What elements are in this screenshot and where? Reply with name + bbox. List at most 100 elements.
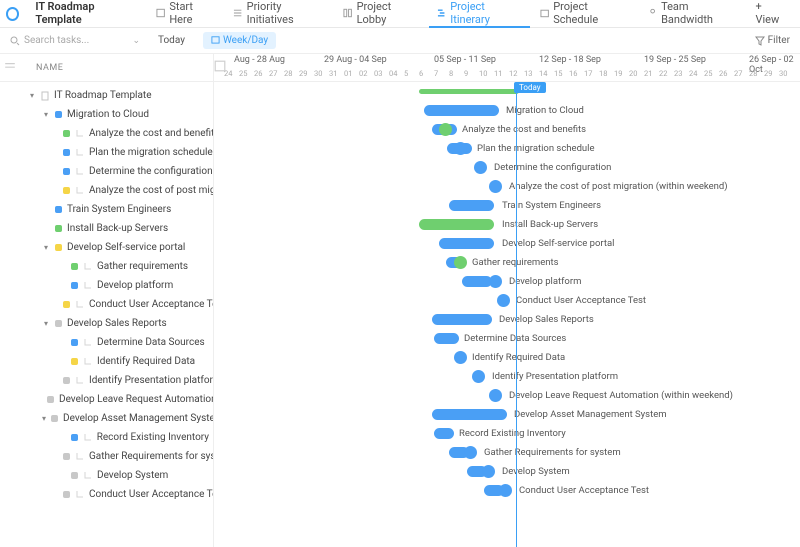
tree-node[interactable]: Determine Data Sources [0, 333, 213, 352]
milestone-dot[interactable] [474, 161, 487, 174]
tree-node[interactable]: Conduct User Acceptance Test [0, 485, 213, 504]
milestone-dot[interactable] [482, 465, 495, 478]
gantt-row[interactable]: Migration to Cloud [214, 101, 800, 120]
tree-node[interactable]: Record Existing Inventory [0, 428, 213, 447]
gantt-row[interactable]: Develop Leave Request Automation (within… [214, 386, 800, 405]
tree-node[interactable]: Develop Leave Request Automation [0, 390, 213, 409]
subtask-icon [83, 262, 93, 272]
twisty-icon[interactable]: ▾ [42, 319, 50, 328]
gantt-row[interactable]: Train System Engineers [214, 196, 800, 215]
gantt-bar[interactable] [419, 219, 494, 230]
milestone-dot[interactable] [489, 275, 502, 288]
node-label: Determine the configuration [89, 166, 213, 177]
gantt-bar[interactable] [424, 105, 499, 116]
tab-lobby[interactable]: Project Lobby [335, 0, 427, 28]
node-label: Develop Asset Management System [63, 413, 213, 424]
tree-node[interactable]: ▾ Develop Asset Management System [0, 409, 213, 428]
milestone-dot[interactable] [499, 484, 512, 497]
tree-node[interactable]: Install Back-up Servers [0, 219, 213, 238]
milestone-dot[interactable] [472, 370, 485, 383]
status-dot [51, 415, 58, 422]
tab-bandwidth[interactable]: Team Bandwidth [640, 0, 746, 28]
gantt-bar[interactable] [419, 89, 519, 94]
today-line [516, 82, 517, 547]
tree-node[interactable]: ▾Develop Self-service portal [0, 238, 213, 257]
tab-schedule[interactable]: Project Schedule [532, 0, 638, 28]
gantt-row[interactable]: Analyze the cost of post migration (with… [214, 177, 800, 196]
gantt-row[interactable]: Develop Asset Management System [214, 405, 800, 424]
workspace-title[interactable]: IT Roadmap Template [27, 0, 146, 28]
gantt-row[interactable]: Determine Data Sources [214, 329, 800, 348]
day-label: 6 [419, 69, 423, 78]
twisty-icon[interactable]: ▾ [28, 91, 36, 100]
gantt-row[interactable]: Gather requirements [214, 253, 800, 272]
gantt-row[interactable]: Develop Sales Reports [214, 310, 800, 329]
gantt-body[interactable]: Today Migration to CloudAnalyze the cost… [214, 82, 800, 547]
tree-node[interactable]: Develop System [0, 466, 213, 485]
tree-node[interactable]: Train System Engineers [0, 200, 213, 219]
add-view-button[interactable]: + View [747, 0, 794, 28]
twisty-icon[interactable]: ▾ [42, 243, 50, 252]
gantt-bar[interactable] [462, 276, 492, 287]
gantt-row[interactable]: Gather Requirements for system [214, 443, 800, 462]
weekday-toggle[interactable]: Week/Day [203, 32, 276, 49]
tab-start-here[interactable]: Start Here [148, 0, 223, 28]
tree-node[interactable]: Analyze the cost and benefits [0, 124, 213, 143]
tree-node[interactable]: ▾Migration to Cloud [0, 105, 213, 124]
milestone-dot[interactable] [439, 123, 452, 136]
search-input[interactable]: Search tasks... ⌄ [10, 35, 140, 46]
milestone-dot[interactable] [464, 446, 477, 459]
gantt-row[interactable]: Analyze the cost and benefits [214, 120, 800, 139]
status-dot [63, 453, 70, 460]
tree-node[interactable]: Determine the configuration [0, 162, 213, 181]
gantt-bar[interactable] [434, 428, 454, 439]
milestone-dot[interactable] [454, 351, 467, 364]
gantt-row[interactable]: Plan the migration schedule [214, 139, 800, 158]
gantt-row[interactable]: Conduct User Acceptance Test [214, 291, 800, 310]
subtask-icon [75, 300, 85, 310]
milestone-dot[interactable] [489, 180, 502, 193]
twisty-icon[interactable]: ▾ [42, 414, 46, 423]
day-label: 04 [389, 69, 397, 78]
gantt-bar[interactable] [432, 409, 507, 420]
gantt-row[interactable]: Record Existing Inventory [214, 424, 800, 443]
expand-icon[interactable] [4, 60, 16, 72]
milestone-dot[interactable] [454, 256, 467, 269]
tab-priority[interactable]: Priority Initiatives [225, 0, 333, 28]
tree-node[interactable]: Develop platform [0, 276, 213, 295]
tree-node[interactable]: ▾Develop Sales Reports [0, 314, 213, 333]
gantt-row[interactable]: Develop platform [214, 272, 800, 291]
filter-button[interactable]: Filter [755, 35, 790, 46]
milestone-dot[interactable] [497, 294, 510, 307]
gantt-row[interactable]: Determine the configuration [214, 158, 800, 177]
gantt-bar[interactable] [434, 333, 459, 344]
day-label: 16 [569, 69, 577, 78]
gantt-row[interactable]: Develop System [214, 462, 800, 481]
gantt-row[interactable]: Install Back-up Servers [214, 215, 800, 234]
gantt-row[interactable]: Identify Required Data [214, 348, 800, 367]
gantt-area[interactable]: Aug - 28 Aug29 Aug - 04 Sep05 Sep - 11 S… [214, 54, 800, 547]
gantt-bar[interactable] [432, 314, 492, 325]
milestone-dot[interactable] [454, 142, 467, 155]
milestone-dot[interactable] [489, 389, 502, 402]
bar-label: Conduct User Acceptance Test [519, 485, 649, 496]
tree-node[interactable]: Identify Required Data [0, 352, 213, 371]
tree-node[interactable]: Conduct User Acceptance Test [0, 295, 213, 314]
twisty-icon[interactable]: ▾ [42, 110, 50, 119]
tree-node[interactable]: Plan the migration schedule [0, 143, 213, 162]
tree-node[interactable]: Identify Presentation platform [0, 371, 213, 390]
gantt-row[interactable] [214, 82, 800, 101]
tab-itinerary[interactable]: Project Itinerary [429, 0, 530, 28]
today-button[interactable]: Today [150, 32, 193, 49]
gantt-bar[interactable] [439, 238, 494, 249]
day-label: 9 [464, 69, 468, 78]
node-label: Record Existing Inventory [97, 432, 209, 443]
tree-node[interactable]: Gather Requirements for syst... [0, 447, 213, 466]
gantt-row[interactable]: Identify Presentation platform [214, 367, 800, 386]
tree-node[interactable]: Analyze the cost of post mig... [0, 181, 213, 200]
tree-node[interactable]: ▾IT Roadmap Template [0, 86, 213, 105]
gantt-row[interactable]: Develop Self-service portal [214, 234, 800, 253]
tree-node[interactable]: Gather requirements [0, 257, 213, 276]
gantt-bar[interactable] [449, 200, 494, 211]
gantt-row[interactable]: Conduct User Acceptance Test [214, 481, 800, 500]
